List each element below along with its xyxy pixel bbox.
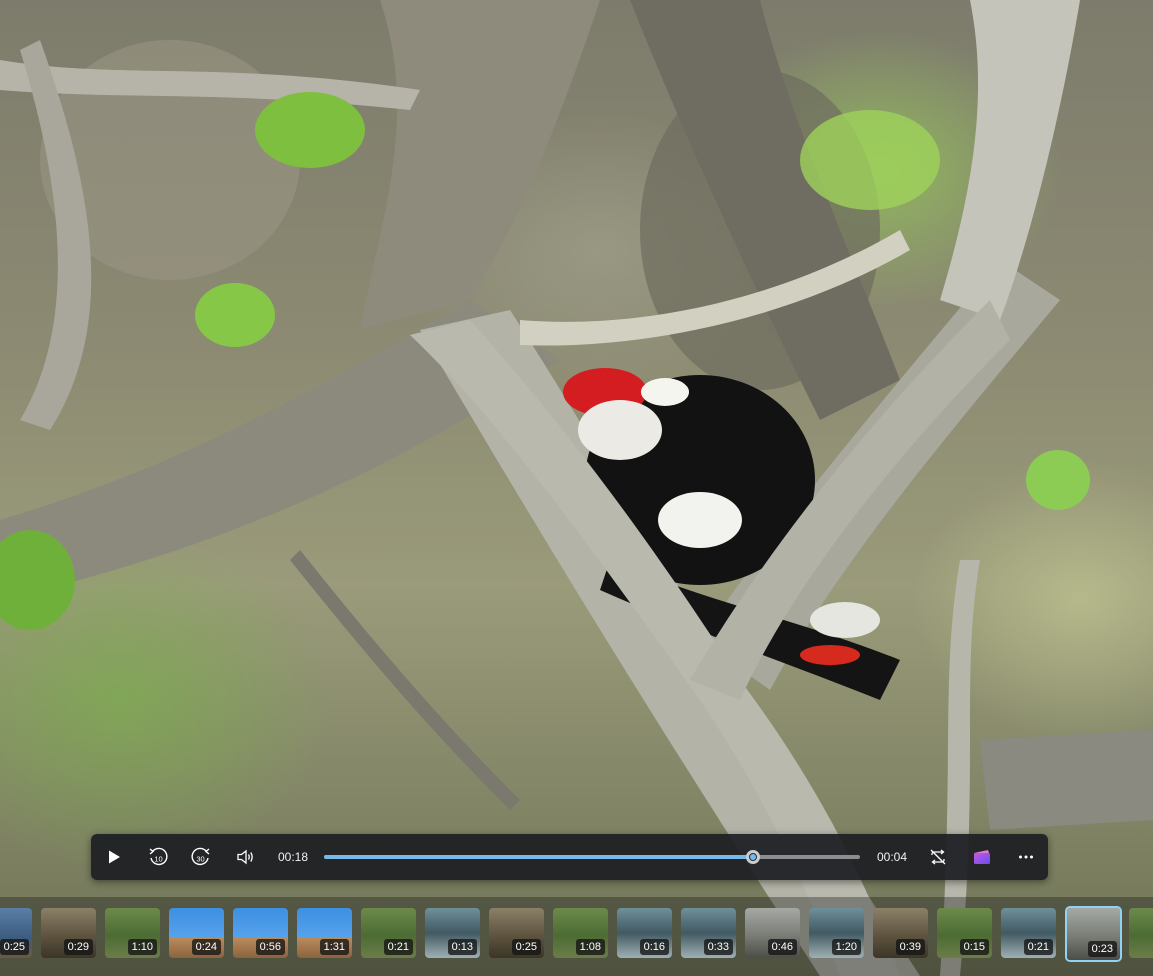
filmstrip-thumbnail[interactable]: 0:25 (0, 908, 32, 958)
filmstrip-thumbnail[interactable]: 0:23 (1065, 906, 1122, 962)
thumbnail-duration: 0:21 (383, 939, 413, 955)
forward-seconds-label: 30 (196, 855, 204, 864)
thumbnail-duration: 1:31 (319, 939, 349, 955)
seek-bar[interactable] (324, 850, 860, 864)
volume-icon (237, 849, 253, 865)
filmstrip-thumbnail[interactable] (1129, 908, 1153, 958)
forward-30-button[interactable]: 30 (188, 834, 214, 880)
thumbnail-image (1129, 908, 1153, 958)
filmstrip-thumbnail[interactable]: 0:24 (169, 908, 224, 958)
filmstrip-thumbnail[interactable]: 0:13 (425, 908, 480, 958)
elapsed-time: 00:18 (278, 850, 309, 864)
thumbnail-duration: 0:24 (191, 939, 221, 955)
filmstrip-thumbnail[interactable]: 0:33 (681, 908, 736, 958)
thumbnail-duration: 1:08 (575, 939, 605, 955)
filmstrip-thumbnail[interactable]: 0:29 (41, 908, 96, 958)
filmstrip-thumbnail[interactable]: 0:56 (233, 908, 288, 958)
playback-control-bar: 10 30 00:18 00:04 (91, 834, 1048, 880)
thumbnail-duration: 0:16 (639, 939, 669, 955)
thumbnail-duration: 0:39 (895, 939, 925, 955)
filmstrip-thumbnail[interactable]: 0:46 (745, 908, 800, 958)
filmstrip-thumbnail[interactable]: 0:25 (489, 908, 544, 958)
thumbnail-duration: 0:29 (63, 939, 93, 955)
thumbnail-duration: 0:56 (255, 939, 285, 955)
filmstrip-thumbnail[interactable]: 0:21 (361, 908, 416, 958)
clipchamp-button[interactable] (969, 834, 995, 880)
filmstrip-thumbnail[interactable]: 0:16 (617, 908, 672, 958)
thumbnail-duration: 1:10 (127, 939, 157, 955)
video-frame[interactable] (0, 0, 1153, 976)
thumbnail-duration: 0:23 (1087, 941, 1117, 957)
repeat-button[interactable] (926, 834, 950, 880)
play-button[interactable] (103, 834, 125, 880)
filmstrip-thumbnail[interactable]: 1:20 (809, 908, 864, 958)
clipchamp-icon (974, 850, 990, 864)
play-icon (109, 850, 120, 864)
thumbnail-duration: 0:25 (511, 939, 541, 955)
repeat-off-icon (930, 849, 946, 865)
thumbnail-duration: 0:13 (447, 939, 477, 955)
remaining-time: 00:04 (877, 850, 908, 864)
thumbnail-duration: 0:33 (703, 939, 733, 955)
thumbnail-duration: 0:21 (1023, 939, 1053, 955)
more-options-button[interactable] (1015, 834, 1037, 880)
thumbnail-duration: 0:15 (959, 939, 989, 955)
rewind-10-button[interactable]: 10 (145, 834, 171, 880)
filmstrip-thumbnail[interactable]: 1:31 (297, 908, 352, 958)
rewind-10-icon: 10 (149, 847, 168, 866)
filmstrip-thumbnail[interactable]: 0:21 (1001, 908, 1056, 958)
forward-30-icon: 30 (191, 847, 210, 866)
filmstrip-thumbnail[interactable]: 0:15 (937, 908, 992, 958)
filmstrip-thumbnail[interactable]: 1:08 (553, 908, 608, 958)
volume-button[interactable] (234, 834, 258, 880)
rewind-seconds-label: 10 (154, 855, 162, 864)
seek-progress (324, 855, 753, 859)
thumbnail-duration: 0:46 (767, 939, 797, 955)
filmstrip-thumbnail[interactable]: 0:39 (873, 908, 928, 958)
seek-thumb[interactable] (745, 850, 760, 864)
video-scene (0, 0, 1153, 976)
filmstrip: 0:25 0:29 1:10 0:24 0:56 1:31 0:21 0:13 0:25 1:08… (0, 897, 1153, 976)
media-player-window: 10 30 00:18 00:04 0:25 0:29 1:10 0:24 0:… (0, 0, 1153, 976)
thumbnail-duration: 1:20 (831, 939, 861, 955)
more-options-icon (1019, 855, 1033, 859)
filmstrip-thumbnail[interactable]: 1:10 (105, 908, 160, 958)
thumbnail-duration: 0:25 (0, 939, 29, 955)
